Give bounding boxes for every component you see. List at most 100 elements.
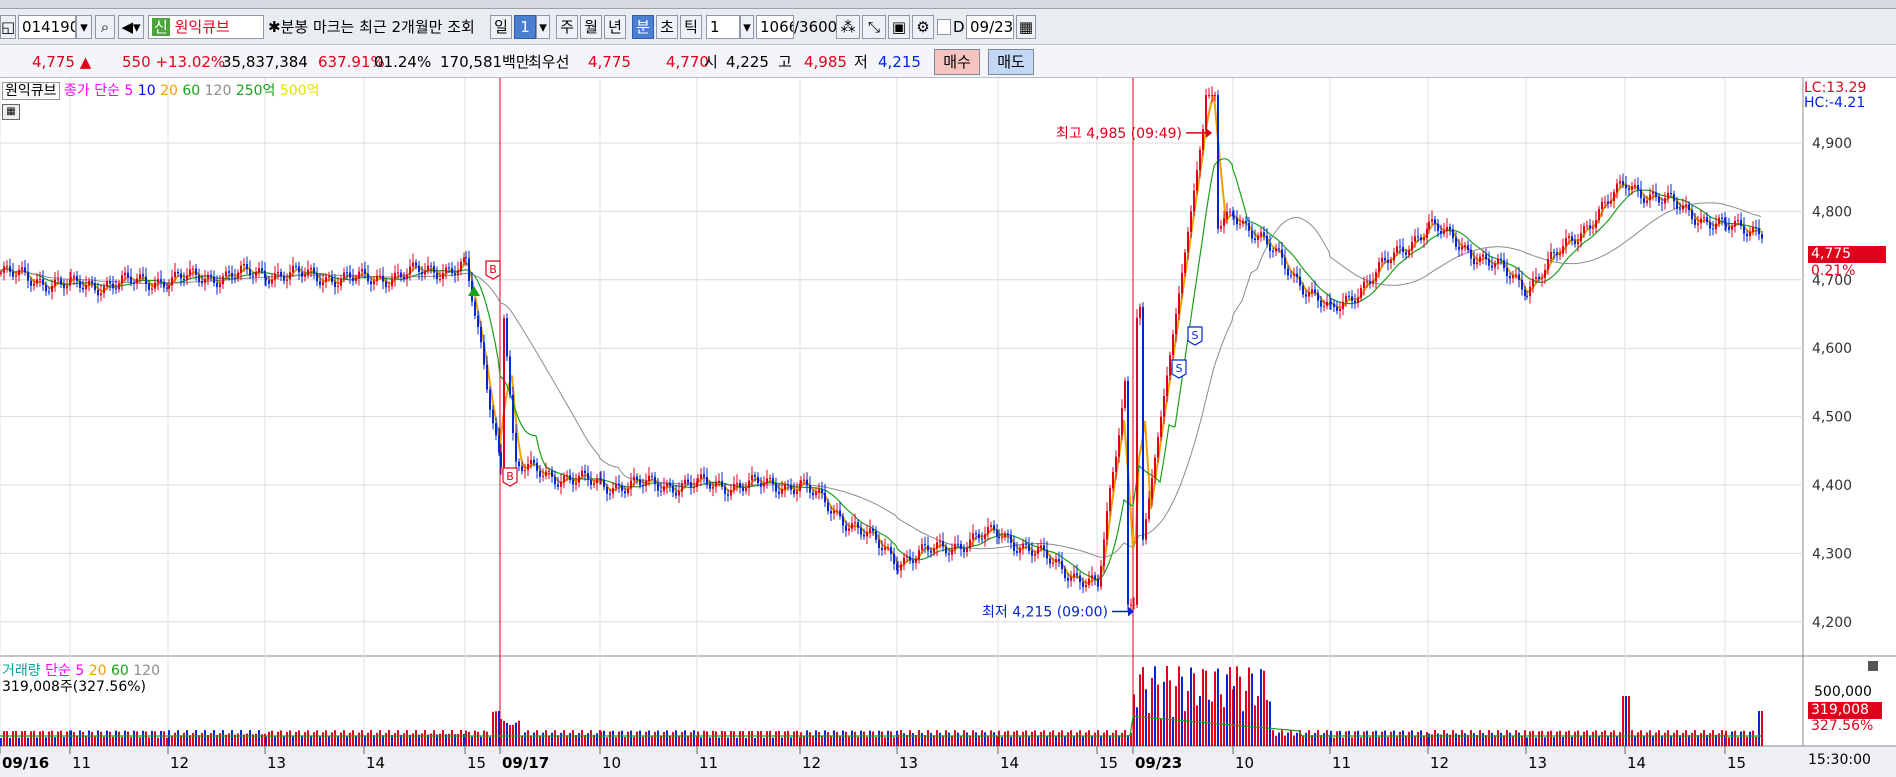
volume-bar <box>219 733 221 746</box>
candle-body <box>337 285 339 287</box>
volume-bar <box>1384 730 1386 746</box>
candle-body <box>1339 309 1341 311</box>
candle-body <box>878 539 880 548</box>
candle-body <box>124 272 126 276</box>
volume-bar <box>1658 730 1660 746</box>
stock-name-field[interactable]: 신 원익큐브 <box>148 15 264 39</box>
volume-bar <box>154 731 156 746</box>
candle-body <box>524 469 526 472</box>
volume-bar <box>1731 731 1733 746</box>
candle-body <box>385 281 387 288</box>
date-input[interactable]: 09/23 <box>966 15 1014 39</box>
period-year[interactable]: 년 <box>604 15 626 39</box>
volume-bar <box>1061 730 1063 746</box>
candle-body <box>903 557 905 565</box>
volume-bar <box>596 733 598 746</box>
link-icon[interactable]: ◱ <box>0 15 16 39</box>
calendar-icon[interactable]: ▦ <box>1016 15 1036 39</box>
table-view-icon[interactable]: ▦ <box>2 104 20 120</box>
settings-icon[interactable]: ⚙ <box>912 15 934 39</box>
candle-body <box>109 281 111 284</box>
volume-bar <box>1488 730 1490 746</box>
volume-bar <box>289 730 291 746</box>
volume-bar <box>358 732 360 746</box>
volume-bar <box>1190 667 1192 746</box>
sell-button[interactable]: 매도 <box>988 49 1034 75</box>
volume-bar <box>1640 730 1642 746</box>
volume-bar <box>198 735 200 746</box>
time-tick-label: 11 <box>1332 754 1351 772</box>
candle-body <box>1363 281 1365 289</box>
period-second[interactable]: 초 <box>656 15 678 39</box>
period-week[interactable]: 주 <box>556 15 578 39</box>
buy-button[interactable]: 매수 <box>934 49 980 75</box>
volume-bar <box>1532 730 1534 746</box>
volume-bar <box>82 731 84 746</box>
indicator-icon[interactable]: ⁂ <box>836 15 860 39</box>
volume-bar <box>1016 730 1018 746</box>
volume-bar <box>866 736 868 746</box>
price-chart[interactable]: 4,2004,3004,4004,5004,6004,7004,8004,900… <box>0 78 1896 777</box>
candle-body <box>1658 196 1660 203</box>
volume-bar <box>228 733 230 746</box>
volume-bar <box>24 730 26 746</box>
candle-body <box>1670 193 1672 195</box>
candle-body <box>930 550 932 553</box>
volume-bar <box>1734 730 1736 746</box>
volume-bar <box>1589 736 1591 746</box>
period-day[interactable]: 일 <box>490 15 512 39</box>
candle-body <box>240 265 242 273</box>
interval-dropdown-icon[interactable]: ▾ <box>740 15 754 39</box>
period-day-count[interactable]: 1 <box>514 15 536 39</box>
candle-body <box>1622 181 1624 185</box>
candle-body <box>612 488 614 494</box>
draw-tool-icon[interactable]: ⤡ <box>862 15 886 39</box>
candle-body <box>1001 537 1003 539</box>
period-minute[interactable]: 분 <box>632 15 654 39</box>
candle-body <box>697 478 699 482</box>
volume-bar <box>1166 666 1168 746</box>
count-input[interactable]: 1066 <box>756 15 794 39</box>
volume-bar <box>171 735 173 746</box>
candle-body <box>560 482 562 487</box>
volume-bar <box>177 730 179 746</box>
day-count-dropdown-icon[interactable]: ▾ <box>536 15 550 39</box>
volume-bar <box>18 737 20 746</box>
sound-icon[interactable]: ◀▾ <box>118 15 144 39</box>
time-tick-label: 10 <box>602 754 621 772</box>
save-icon[interactable]: ▣ <box>888 15 910 39</box>
candle-body <box>367 273 369 282</box>
time-tick-label: 10 <box>1235 754 1254 772</box>
volume-bar <box>1223 707 1225 746</box>
period-month[interactable]: 월 <box>580 15 602 39</box>
candle-body <box>627 488 629 494</box>
volume-bar <box>1592 731 1594 746</box>
candle-body <box>231 273 233 278</box>
volume-bar <box>1311 735 1313 746</box>
volume-bar <box>1652 735 1654 746</box>
interval-input[interactable]: 1 <box>706 15 740 39</box>
candle-body <box>839 510 841 517</box>
candle-body <box>1709 222 1711 229</box>
volume-bar <box>477 731 479 746</box>
volume-bar <box>100 731 102 746</box>
candle-body <box>1706 217 1708 223</box>
candle-body <box>436 272 438 280</box>
date-checkbox[interactable] <box>937 19 951 35</box>
volume-bar <box>1688 735 1690 746</box>
candle-body <box>409 266 411 275</box>
stock-code-input[interactable]: 014190 <box>18 15 76 39</box>
volume-bar <box>1506 730 1508 746</box>
volume-bar <box>189 735 191 746</box>
code-dropdown-icon[interactable]: ▾ <box>76 15 92 39</box>
candle-body <box>1217 95 1219 229</box>
time-tick-label: 11 <box>72 754 91 772</box>
period-tick[interactable]: 틱 <box>680 15 702 39</box>
panel-resize-icon[interactable] <box>1868 661 1878 671</box>
volume-bar <box>1025 730 1027 746</box>
volume-bar <box>27 737 29 746</box>
candle-body <box>189 269 191 276</box>
volume-bar <box>1049 732 1051 746</box>
candle-body <box>394 272 396 280</box>
search-icon[interactable]: ⌕ <box>95 15 115 39</box>
